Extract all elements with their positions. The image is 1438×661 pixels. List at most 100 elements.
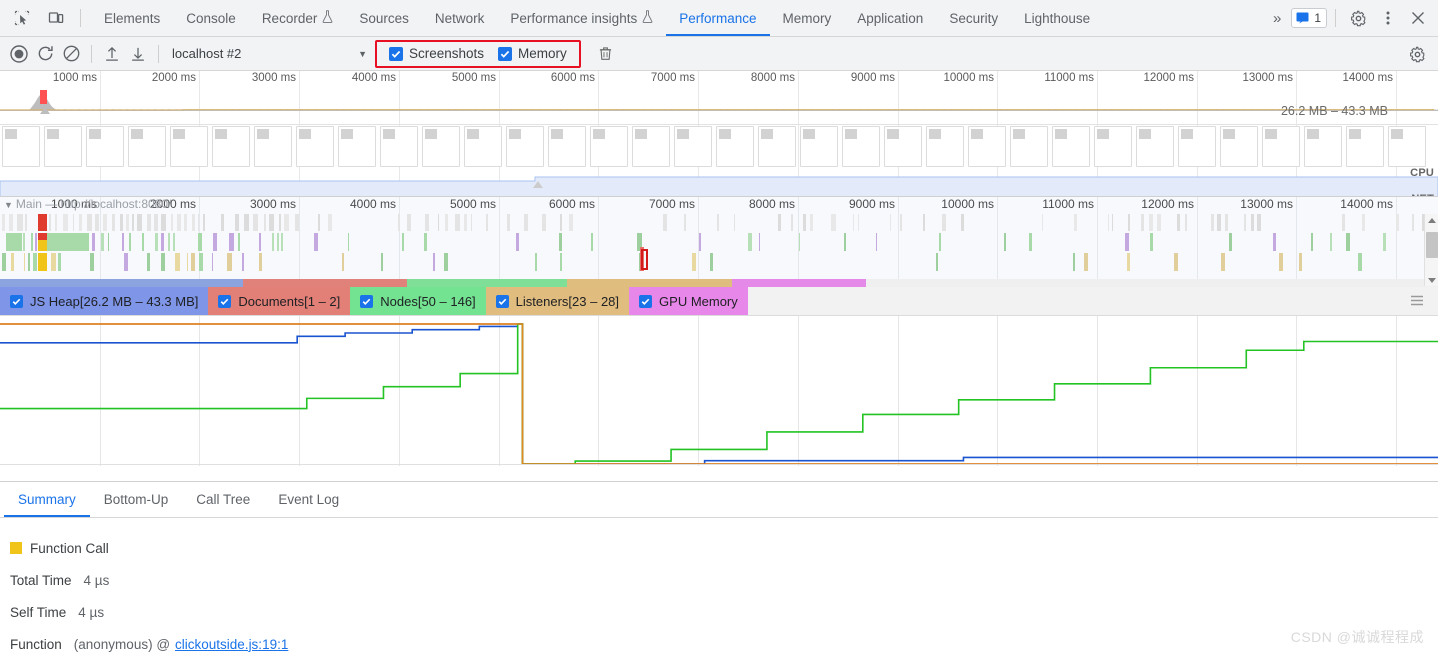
flamechart-event[interactable] xyxy=(798,233,801,251)
flamechart-event[interactable] xyxy=(6,233,22,251)
flamechart-event[interactable] xyxy=(341,253,344,271)
flamechart-event[interactable] xyxy=(160,253,165,271)
flamechart-event[interactable] xyxy=(1217,214,1221,231)
delete-recording-button[interactable] xyxy=(593,41,619,67)
flamechart-event[interactable] xyxy=(107,233,110,251)
flamechart-event[interactable] xyxy=(1125,233,1130,251)
flamechart-event[interactable] xyxy=(803,214,806,231)
flamechart-event[interactable] xyxy=(1029,233,1032,251)
flamechart-event[interactable] xyxy=(1174,253,1178,271)
flamechart-event[interactable] xyxy=(1361,214,1366,231)
flamechart-event[interactable] xyxy=(95,214,99,231)
flamechart-event[interactable] xyxy=(1278,253,1283,271)
flamechart-event[interactable] xyxy=(284,214,290,231)
flamechart-event[interactable] xyxy=(17,214,23,231)
flamechart-event[interactable] xyxy=(542,214,547,231)
details-tab-call-tree[interactable]: Call Tree xyxy=(182,482,264,517)
save-profile-button[interactable] xyxy=(125,41,151,67)
record-button[interactable] xyxy=(6,41,32,67)
tab-console[interactable]: Console xyxy=(173,0,249,36)
flamechart-event[interactable] xyxy=(348,233,350,251)
flamechart-event[interactable] xyxy=(277,233,279,251)
flamechart-event[interactable] xyxy=(129,233,131,251)
filmstrip-frame[interactable] xyxy=(1304,126,1342,167)
tab-memory[interactable]: Memory xyxy=(770,0,845,36)
flamechart-event[interactable] xyxy=(187,253,189,271)
filmstrip-frame[interactable] xyxy=(590,126,628,167)
tab-sources[interactable]: Sources xyxy=(346,0,422,36)
flamechart-event[interactable] xyxy=(433,253,435,271)
flamechart-event[interactable] xyxy=(662,214,667,231)
flamechart-event[interactable] xyxy=(281,233,283,251)
filmstrip-frame[interactable] xyxy=(926,126,964,167)
flamechart-event[interactable] xyxy=(47,233,89,251)
filmstrip-frame[interactable] xyxy=(1052,126,1090,167)
flamechart-event[interactable] xyxy=(507,214,511,231)
inspect-element-icon[interactable] xyxy=(8,4,36,32)
flamechart-event[interactable] xyxy=(269,214,275,231)
flamechart-event[interactable] xyxy=(692,253,697,271)
flamechart-event[interactable] xyxy=(935,253,938,271)
flamechart-event[interactable] xyxy=(86,214,92,231)
flamechart-event[interactable] xyxy=(1211,214,1215,231)
filmstrip-frame[interactable] xyxy=(338,126,376,167)
scroll-down-icon[interactable] xyxy=(1428,278,1436,283)
console-message-badge[interactable]: 1 xyxy=(1291,8,1327,28)
flamechart-event[interactable] xyxy=(1221,253,1226,271)
flamechart-event[interactable] xyxy=(132,214,135,231)
filmstrip-frame[interactable] xyxy=(254,126,292,167)
flamechart-event[interactable] xyxy=(25,214,27,231)
tab-elements[interactable]: Elements xyxy=(91,0,173,36)
flamechart-event[interactable] xyxy=(1140,214,1145,231)
capture-settings-gear-icon[interactable] xyxy=(1404,41,1430,67)
filmstrip-frame[interactable] xyxy=(674,126,712,167)
filmstrip-frame[interactable] xyxy=(1010,126,1048,167)
flamechart-event[interactable] xyxy=(258,233,261,251)
flamechart-event[interactable] xyxy=(23,253,26,271)
flamechart-event[interactable] xyxy=(1395,214,1399,231)
flamechart-event[interactable] xyxy=(30,233,33,251)
flamechart-event[interactable] xyxy=(424,233,428,251)
reload-and-record-button[interactable] xyxy=(32,41,58,67)
flamechart-event[interactable] xyxy=(523,214,528,231)
flamechart-event[interactable] xyxy=(1228,233,1232,251)
scrollbar-thumb[interactable] xyxy=(1426,232,1438,258)
flamechart-event[interactable] xyxy=(923,214,925,231)
flamechart-event[interactable] xyxy=(112,214,116,231)
flamechart-event[interactable] xyxy=(1107,214,1110,231)
close-icon[interactable] xyxy=(1404,4,1432,32)
filmstrip-frame[interactable] xyxy=(1220,126,1258,167)
filmstrip-frame[interactable] xyxy=(968,126,1006,167)
flamechart-event[interactable] xyxy=(227,253,232,271)
flamechart-event[interactable] xyxy=(1185,214,1187,231)
flamechart-event[interactable] xyxy=(1111,214,1114,231)
flamechart-event[interactable] xyxy=(1073,253,1076,271)
flamechart-event[interactable] xyxy=(253,214,259,231)
flamechart-event[interactable] xyxy=(1342,214,1345,231)
flamechart-track-title[interactable]: ▼ Main — http://localhost:8080/ xyxy=(4,197,171,211)
filmstrip-frame[interactable] xyxy=(296,126,334,167)
flamechart-event[interactable] xyxy=(734,214,736,231)
filmstrip-frame[interactable] xyxy=(170,126,208,167)
flamechart-rows[interactable] xyxy=(0,214,1427,271)
profile-select[interactable]: localhost #2 ▼ xyxy=(166,42,371,66)
tab-security[interactable]: Security xyxy=(936,0,1011,36)
flamechart-event[interactable] xyxy=(810,214,814,231)
flamechart-event[interactable] xyxy=(1084,253,1089,271)
more-tabs-icon[interactable]: » xyxy=(1265,10,1289,27)
flamechart-event[interactable] xyxy=(402,233,405,251)
flamechart-event[interactable] xyxy=(91,233,96,251)
flamechart-event[interactable] xyxy=(1244,214,1246,231)
flamechart-event[interactable] xyxy=(198,233,202,251)
flamechart-event[interactable] xyxy=(889,214,891,231)
flamechart-event[interactable] xyxy=(717,214,719,231)
filmstrip-frame[interactable] xyxy=(800,126,838,167)
flamechart-event[interactable] xyxy=(175,253,180,271)
more-options-icon[interactable] xyxy=(1374,4,1402,32)
flamechart-event[interactable] xyxy=(202,214,206,231)
flamechart-event[interactable] xyxy=(9,214,13,231)
memory-counters-graph[interactable] xyxy=(0,316,1438,482)
flamechart-event[interactable] xyxy=(55,214,58,231)
flamechart-event[interactable] xyxy=(1357,253,1362,271)
flamechart-event[interactable] xyxy=(161,233,164,251)
